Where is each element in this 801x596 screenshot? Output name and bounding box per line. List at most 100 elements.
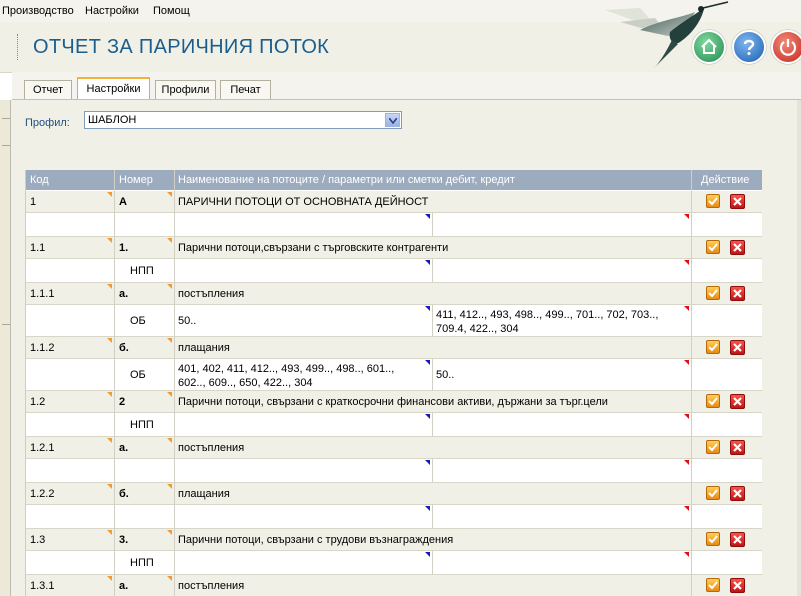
profile-select[interactable]: ШАБЛОН [84,111,402,129]
close-icon [733,443,742,452]
edit-button[interactable] [706,240,720,254]
close-icon [733,197,742,206]
param-debit[interactable]: 50.. [178,314,413,328]
close-icon [733,289,742,298]
param-credit[interactable]: 411, 412.., 493, 498.., 499.., 701.., 70… [436,308,686,336]
edit-button[interactable] [706,286,720,300]
row-name[interactable]: Парични потоци, свързани с трудови възна… [178,534,453,546]
delete-button[interactable] [730,194,745,209]
debit-marker-icon [425,360,430,365]
row-name[interactable]: постъпления [178,288,244,300]
row-code: 1.3 [30,534,46,546]
code-marker-icon [107,530,112,535]
edit-button[interactable] [706,578,720,592]
table-param-row: ОБ 401, 402, 411, 412.., 493, 499.., 498.… [26,359,762,391]
check-icon [708,489,718,498]
edit-button[interactable] [706,340,720,354]
row-code: 1.2 [30,396,46,408]
check-icon [708,581,718,590]
row-name[interactable]: ПАРИЧНИ ПОТОЦИ ОТ ОСНОВНАТА ДЕЙНОСТ [178,196,428,208]
param-credit[interactable]: 50.. [436,368,686,382]
table-row: 1.1.1 а. постъпления [26,283,762,305]
number-marker-icon [167,192,172,197]
tab-print[interactable]: Печат [220,80,271,99]
credit-marker-icon [684,460,689,465]
delete-button[interactable] [730,532,745,547]
help-button[interactable] [732,30,766,64]
delete-button[interactable] [730,340,745,355]
row-name[interactable]: постъпления [178,442,244,454]
number-marker-icon [167,238,172,243]
cash-flow-table: Код Номер Наименование на потоците / пар… [25,170,762,596]
column-divider [114,170,115,596]
page-title: ОТЧЕТ ЗА ПАРИЧНИЯ ПОТОК [33,36,330,58]
table-row: 1 А ПАРИЧНИ ПОТОЦИ ОТ ОСНОВНАТА ДЕЙНОСТ [26,191,762,213]
table-header: Код Номер Наименование на потоците / пар… [26,170,762,190]
edit-button[interactable] [706,440,720,454]
menu-item-production[interactable]: Производство [2,5,74,17]
credit-divider [432,305,433,337]
table-param-row: НПП [26,259,762,283]
code-marker-icon [107,192,112,197]
row-number: 3. [119,534,129,546]
credit-marker-icon [684,260,689,265]
number-marker-icon [167,530,172,535]
row-name[interactable]: Парични потоци,свързани с търговските ко… [178,242,448,254]
number-marker-icon [167,484,172,489]
vertical-scrollbar[interactable] [797,100,801,596]
table-param-row: НПП [26,551,762,575]
delete-button[interactable] [730,440,745,455]
row-name[interactable]: плащания [178,488,230,500]
credit-marker-icon [684,414,689,419]
debit-marker-icon [425,306,430,311]
check-icon [708,197,718,206]
row-number: а. [119,580,129,592]
menu-item-settings[interactable]: Настройки [85,5,139,17]
row-number: 2 [119,396,126,408]
close-icon [733,489,742,498]
param-type: НПП [130,557,154,569]
row-name[interactable]: постъпления [178,580,244,592]
param-debit[interactable]: 401, 402, 411, 412.., 493, 499.., 498..,… [178,362,413,390]
delete-button[interactable] [730,286,745,301]
col-header-name: Наименование на потоците / параметри или… [178,174,515,186]
row-name[interactable]: Парични потоци, свързани с краткосрочни … [178,396,608,408]
credit-divider [432,551,433,575]
edit-button[interactable] [706,486,720,500]
power-icon [779,39,797,56]
number-marker-icon [167,576,172,581]
number-marker-icon [167,392,172,397]
close-icon [733,581,742,590]
tab-profiles[interactable]: Профили [155,80,216,99]
row-number: а. [119,288,129,300]
credit-divider [432,359,433,391]
credit-divider [432,413,433,437]
delete-button[interactable] [730,486,745,501]
code-marker-icon [107,484,112,489]
tab-report[interactable]: Отчет [24,80,72,99]
profile-dropdown-button[interactable] [385,113,400,127]
delete-button[interactable] [730,240,745,255]
debit-marker-icon [425,214,430,219]
row-number: А [119,196,127,208]
question-icon [743,39,755,55]
number-marker-icon [167,438,172,443]
home-button[interactable] [692,30,726,64]
menu-item-help[interactable]: Помощ [153,5,190,17]
edit-button[interactable] [706,194,720,208]
tab-settings[interactable]: Настройки [77,77,150,100]
column-divider [691,170,692,596]
param-type: НПП [130,265,154,277]
edit-button[interactable] [706,532,720,546]
edit-button[interactable] [706,394,720,408]
delete-button[interactable] [730,394,745,409]
row-code: 1.1.2 [30,342,55,354]
exit-button[interactable] [771,30,801,64]
profile-select-value: ШАБЛОН [88,114,137,126]
code-marker-icon [107,438,112,443]
param-type: ОБ [130,315,146,327]
row-name[interactable]: плащания [178,342,230,354]
delete-button[interactable] [730,578,745,593]
check-icon [708,535,718,544]
table-param-row: ОБ 50.. 411, 412.., 493, 498.., 499.., 701… [26,305,762,337]
